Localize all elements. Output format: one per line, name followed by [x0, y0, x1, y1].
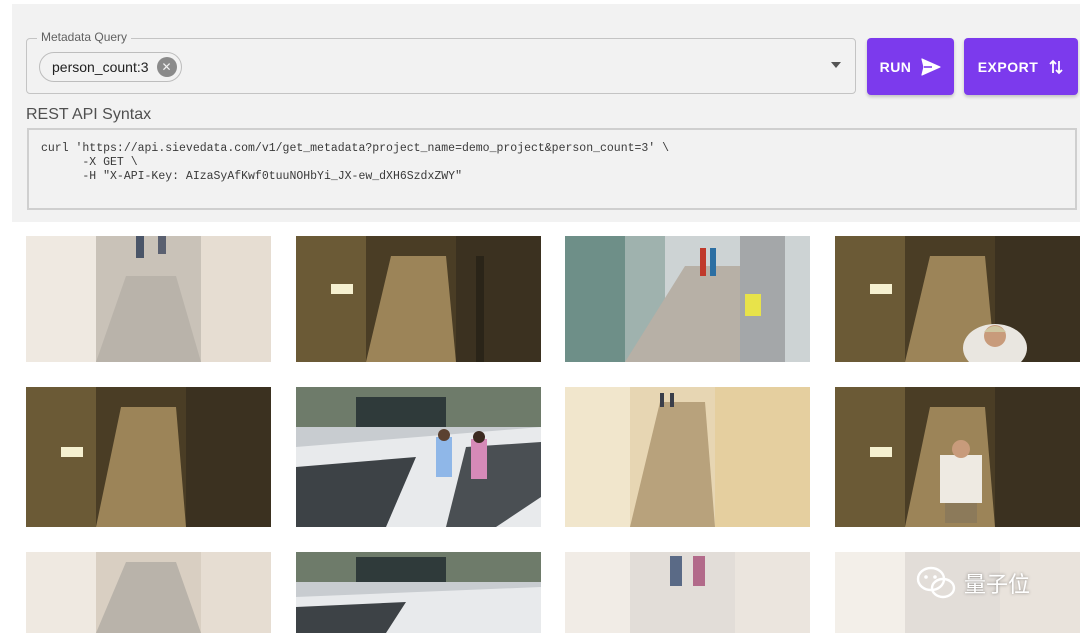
dropdown-caret-icon[interactable]: [831, 62, 841, 68]
run-button[interactable]: RUN: [867, 38, 954, 95]
video-thumbnail[interactable]: [26, 236, 271, 362]
send-icon: [921, 57, 942, 76]
wechat-icon: [916, 566, 956, 599]
query-chip-label: person_count:3: [52, 59, 149, 75]
video-thumbnail[interactable]: [296, 387, 541, 527]
code-line: -H "X-API-Key: AIzaSyAfKwf0tuuNOHbYi_JX-…: [41, 170, 462, 183]
video-thumbnail[interactable]: [835, 387, 1080, 527]
metadata-query-label: Metadata Query: [37, 30, 132, 44]
video-thumbnail[interactable]: [26, 552, 271, 633]
export-button-label: EXPORT: [977, 58, 1039, 75]
video-thumbnail[interactable]: [565, 387, 810, 527]
query-chip[interactable]: person_count:3 ✕: [39, 52, 182, 82]
watermark: 量子位: [916, 566, 1030, 600]
video-thumbnail[interactable]: [26, 387, 271, 527]
metadata-query-input[interactable]: Metadata Query person_count:3 ✕: [26, 30, 856, 94]
swap-vertical-icon: [1049, 59, 1063, 74]
watermark-text: 量子位: [964, 572, 1031, 597]
export-button[interactable]: EXPORT: [964, 38, 1078, 95]
video-thumbnail[interactable]: [835, 236, 1080, 362]
code-line: -X GET \: [41, 156, 138, 169]
page: Metadata Query person_count:3 ✕ RUN EXPO…: [0, 0, 1080, 633]
run-button-label: RUN: [879, 58, 912, 75]
query-panel: Metadata Query person_count:3 ✕ RUN EXPO…: [12, 4, 1080, 222]
api-code-block[interactable]: curl 'https://api.sievedata.com/v1/get_m…: [27, 128, 1077, 210]
video-thumbnail[interactable]: [565, 236, 810, 362]
api-syntax-heading: REST API Syntax: [26, 106, 152, 123]
code-line: curl 'https://api.sievedata.com/v1/get_m…: [41, 142, 670, 155]
chip-delete-icon[interactable]: ✕: [156, 57, 177, 77]
video-thumbnail[interactable]: [296, 552, 541, 633]
video-thumbnail[interactable]: [296, 236, 541, 362]
video-thumbnail[interactable]: [565, 552, 810, 633]
